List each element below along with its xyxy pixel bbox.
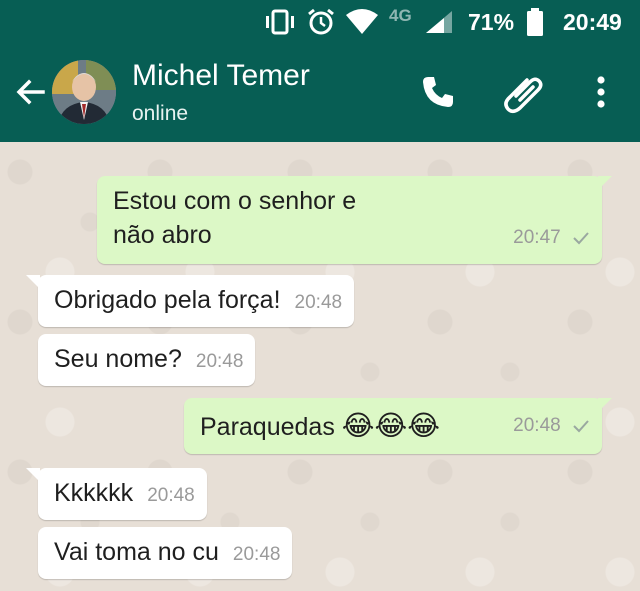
alarm-icon [306, 0, 336, 44]
message-row: Paraquedas 😂😂😂 20:48 [200, 406, 590, 446]
sent-check-icon [573, 232, 589, 245]
message-time: 20:48 [232, 544, 281, 565]
chat-header: Michel Temer online [0, 44, 640, 142]
network-type: 4G [389, 6, 412, 25]
bubble-tail [598, 398, 612, 412]
sent-check-icon [573, 420, 589, 433]
message-meta: 20:48 [513, 409, 590, 443]
phone-icon [423, 77, 453, 107]
message-line: Estou com o senhor e [113, 187, 357, 215]
message-text: Obrigado pela força! [54, 286, 281, 314]
message-time: 20:48 [195, 351, 244, 372]
attach-icon [504, 77, 543, 113]
message-bubble-outgoing[interactable]: Paraquedas 😂😂😂 20:48 [184, 398, 612, 454]
battery-icon [526, 0, 544, 44]
message-text: Vai toma no cu [54, 538, 219, 566]
bubble-tail [26, 468, 40, 482]
more-options-button[interactable] [577, 68, 625, 116]
message-bubble-incoming[interactable]: Seu nome? 20:48 [38, 334, 256, 386]
bubble-tail [26, 275, 40, 289]
chat-area[interactable]: Estou com o senhor e não abro 20:47 Obri… [0, 142, 640, 591]
message-time: 20:48 [294, 292, 343, 313]
message-bubble-outgoing[interactable]: Estou com o senhor e não abro 20:47 [97, 176, 612, 264]
laughing-emoji: 😂😂😂 [341, 409, 440, 441]
signal-icon [424, 0, 454, 44]
message-time: 20:47 [513, 227, 561, 248]
avatar[interactable] [52, 60, 116, 124]
message-text-content: Paraquedas [200, 412, 335, 441]
battery-percent: 71% [468, 8, 515, 35]
message-meta: 20:47 [513, 221, 590, 255]
wifi-icon [345, 0, 379, 44]
message-time: 20:48 [147, 485, 195, 506]
vibrate-icon [263, 0, 297, 44]
message-line-text: não abro [113, 221, 212, 249]
bubble-tail [598, 176, 612, 190]
voice-call-button[interactable] [414, 68, 462, 116]
message-text: Seu nome? [54, 345, 182, 373]
clock: 20:49 [563, 8, 622, 35]
message-bubble-incoming[interactable]: Kkkkkk 20:48 [26, 468, 207, 520]
contact-name[interactable]: Michel Temer [132, 59, 310, 93]
attach-button[interactable] [500, 68, 548, 116]
back-button[interactable] [10, 70, 50, 114]
message-line: não abro 20:47 [113, 218, 590, 255]
back-arrow-icon [16, 79, 45, 105]
status-bar: 4G 71% 20:49 [0, 0, 640, 44]
message-bubble-incoming[interactable]: Obrigado pela força! 20:48 [26, 275, 355, 327]
message-time: 20:48 [513, 415, 561, 436]
message-text: Paraquedas 😂😂😂 [200, 409, 440, 444]
message-bubble-incoming[interactable]: Vai toma no cu 20:48 [38, 527, 293, 579]
message-text: Kkkkkk [54, 479, 134, 507]
contact-status: online [132, 102, 189, 125]
message-text: Estou com o senhor e não abro 20:47 [113, 184, 590, 255]
more-options-icon [597, 76, 605, 108]
